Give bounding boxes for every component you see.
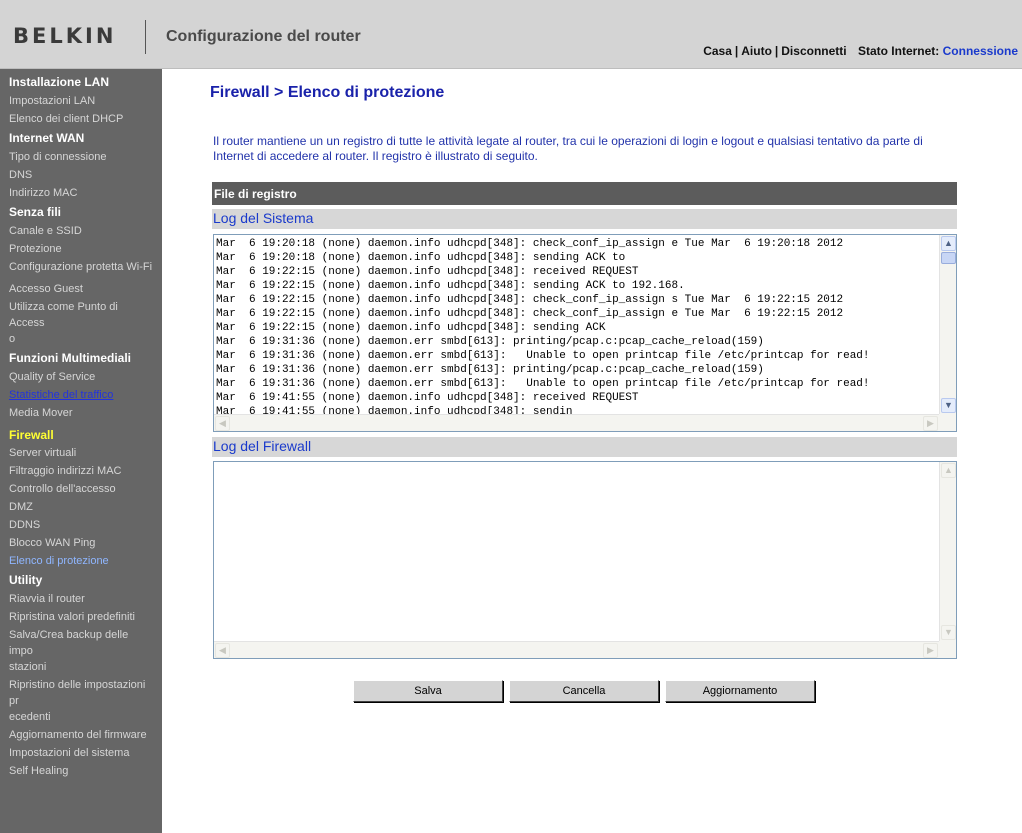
log-file-header: File di registro — [212, 182, 957, 205]
sidebar-item-restore-previous[interactable]: Ripristino delle impostazioni pr — [0, 677, 162, 709]
header: BELKIN Configurazione del router Casa | Ai… — [0, 0, 1022, 69]
page-description: Il router mantiene un un registro di tut… — [213, 134, 923, 163]
sidebar-item-access-point-cont[interactable]: o — [0, 331, 162, 347]
sidebar-section-wan: Internet WAN — [9, 131, 85, 145]
sidebar-item-mac-address[interactable]: Indirizzo MAC — [0, 185, 162, 201]
internet-status-value[interactable]: Connessione — [943, 44, 1018, 58]
sidebar-item-guest-access[interactable]: Accesso Guest — [0, 281, 162, 297]
sidebar-item-media-mover[interactable]: Media Mover — [0, 405, 162, 421]
sidebar-item-dns[interactable]: DNS — [0, 167, 162, 183]
sidebar-section-multimedia: Funzioni Multimediali — [9, 351, 131, 365]
firewall-log-title: Log del Firewall — [212, 437, 957, 457]
system-log-hscrollbar[interactable]: ◀ ▶ — [214, 414, 956, 431]
firewall-log-textarea[interactable]: ▲ ▼ ◀ ▶ — [213, 461, 957, 659]
logout-link[interactable]: Disconnetti — [781, 44, 846, 58]
sidebar-section-wireless: Senza fili — [9, 205, 62, 219]
scroll-right-icon[interactable]: ▶ — [923, 416, 938, 431]
sidebar: Installazione LAN Impostazioni LAN Elenc… — [0, 69, 162, 833]
system-log-textarea[interactable]: Mar 6 19:20:18 (none) daemon.info udhcpd… — [213, 234, 957, 432]
page-title: Firewall > Elenco di protezione — [210, 84, 445, 101]
sidebar-item-security[interactable]: Protezione — [0, 241, 162, 257]
sidebar-item-wps[interactable]: Configurazione protetta Wi-Fi — [0, 259, 162, 275]
scroll-down-icon[interactable]: ▼ — [941, 398, 956, 413]
sidebar-item-restore-defaults[interactable]: Ripristina valori predefiniti — [0, 609, 162, 625]
scroll-up-icon[interactable]: ▲ — [941, 236, 956, 251]
sidebar-item-system-settings[interactable]: Impostazioni del sistema — [0, 745, 162, 761]
firewall-log-content — [216, 464, 938, 641]
sidebar-item-virtual-servers[interactable]: Server virtuali — [0, 445, 162, 461]
sidebar-section-utility: Utility — [9, 573, 43, 587]
sidebar-item-security-log[interactable]: Elenco di protezione — [0, 553, 162, 569]
sidebar-item-lan-settings[interactable]: Impostazioni LAN — [0, 93, 162, 109]
sidebar-item-access-control[interactable]: Controllo dell'accesso — [0, 481, 162, 497]
sidebar-item-channel-ssid[interactable]: Canale e SSID — [0, 223, 162, 239]
clear-button[interactable]: Cancella — [509, 680, 659, 702]
logo-divider — [145, 20, 146, 54]
sidebar-item-reboot[interactable]: Riavvia il router — [0, 591, 162, 607]
firewall-log-hscrollbar[interactable]: ◀ ▶ — [214, 641, 956, 658]
refresh-button[interactable]: Aggiornamento — [665, 680, 815, 702]
sidebar-item-self-healing[interactable]: Self Healing — [0, 763, 162, 779]
firewall-log-vscrollbar[interactable]: ▲ ▼ — [939, 462, 956, 641]
top-links: Casa | Aiuto | Disconnetti Stato Internet: C… — [703, 44, 1018, 58]
scroll-up-icon[interactable]: ▲ — [941, 463, 956, 478]
scroll-corner — [939, 641, 956, 658]
help-link[interactable]: Aiuto — [741, 44, 772, 58]
system-log-vscrollbar[interactable]: ▲ ▼ — [939, 235, 956, 414]
scroll-thumb[interactable] — [941, 252, 956, 264]
sidebar-item-backup-settings[interactable]: Salva/Crea backup delle impo — [0, 627, 162, 659]
sidebar-item-backup-settings-cont[interactable]: stazioni — [0, 659, 162, 675]
app-title: Configurazione del router — [166, 28, 361, 45]
home-link[interactable]: Casa — [703, 44, 732, 58]
belkin-logo: BELKIN — [13, 24, 117, 48]
sidebar-item-wan-ping-block[interactable]: Blocco WAN Ping — [0, 535, 162, 551]
sidebar-item-dhcp-clients[interactable]: Elenco dei client DHCP — [0, 111, 162, 127]
sidebar-item-dmz[interactable]: DMZ — [0, 499, 162, 515]
sidebar-item-qos[interactable]: Quality of Service — [0, 369, 162, 385]
save-button[interactable]: Salva — [353, 680, 503, 702]
sidebar-item-mac-filter[interactable]: Filtraggio indirizzi MAC — [0, 463, 162, 479]
sidebar-item-access-point[interactable]: Utilizza come Punto di Access — [0, 299, 162, 331]
sidebar-item-ddns[interactable]: DDNS — [0, 517, 162, 533]
sidebar-section-lan: Installazione LAN — [9, 75, 110, 89]
sidebar-item-connection-type[interactable]: Tipo di connessione — [0, 149, 162, 165]
main-content: Firewall > Elenco di protezione Il route… — [162, 69, 1022, 833]
system-log-content: Mar 6 19:20:18 (none) daemon.info udhcpd… — [216, 238, 870, 414]
internet-status-label: Stato Internet: — [857, 44, 940, 58]
scroll-down-icon[interactable]: ▼ — [941, 625, 956, 640]
scroll-right-icon[interactable]: ▶ — [923, 643, 938, 658]
sidebar-item-traffic-stats[interactable]: Statistiche del traffico — [0, 387, 162, 403]
sidebar-item-restore-previous-cont[interactable]: ecedenti — [0, 709, 162, 725]
sidebar-item-firmware-update[interactable]: Aggiornamento del firmware — [0, 727, 162, 743]
system-log-title: Log del Sistema — [212, 209, 957, 229]
sidebar-section-firewall[interactable]: Firewall — [0, 427, 162, 443]
scroll-left-icon[interactable]: ◀ — [215, 416, 230, 431]
scroll-left-icon[interactable]: ◀ — [215, 643, 230, 658]
scroll-corner — [939, 414, 956, 431]
